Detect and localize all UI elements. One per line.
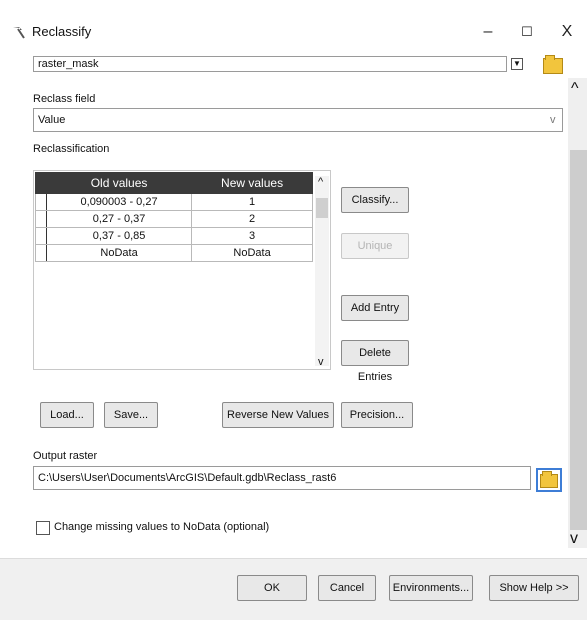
table-corner <box>35 172 47 194</box>
scroll-up-icon[interactable]: ^ <box>571 80 579 98</box>
folder-icon <box>540 471 558 488</box>
old-value-cell[interactable]: NoData <box>45 244 193 262</box>
scroll-down-icon[interactable]: v <box>318 356 324 368</box>
environments-button[interactable]: Environments... <box>389 575 473 601</box>
scroll-down-icon[interactable]: v <box>570 530 578 548</box>
old-value-cell[interactable]: 0,27 - 0,37 <box>45 210 193 228</box>
table-row[interactable]: 0,090003 - 0,27 1 <box>35 193 313 211</box>
new-value-cell[interactable]: 3 <box>191 227 313 245</box>
col-new-values[interactable]: New values <box>191 172 313 194</box>
window-title: Reclassify <box>32 24 92 39</box>
old-value-cell[interactable]: 0,37 - 0,85 <box>45 227 193 245</box>
reclassification-label: Reclassification <box>33 143 110 155</box>
add-entry-button[interactable]: Add Entry <box>341 295 409 321</box>
new-value-cell[interactable]: NoData <box>191 244 313 262</box>
chevron-down-icon[interactable]: ▼ <box>511 58 523 70</box>
new-value-cell[interactable]: 2 <box>191 210 313 228</box>
output-raster-input[interactable]: C:\Users\User\Documents\ArcGIS\Default.g… <box>33 466 531 490</box>
table-row[interactable]: 0,27 - 0,37 2 <box>35 210 313 228</box>
hammer-icon <box>13 27 25 39</box>
folder-icon[interactable] <box>543 55 563 74</box>
show-help-button[interactable]: Show Help >> <box>489 575 579 601</box>
close-button[interactable]: X <box>547 18 587 46</box>
table-row[interactable]: NoData NoData <box>35 244 313 262</box>
precision-button[interactable]: Precision... <box>341 402 413 428</box>
classify-button[interactable]: Classify... <box>341 187 409 213</box>
save-button[interactable]: Save... <box>104 402 158 428</box>
missing-values-label: Change missing values to NoData (optiona… <box>54 521 270 533</box>
delete-entries-button[interactable]: Delete Entries <box>341 340 409 383</box>
table-row[interactable]: 0,37 - 0,85 3 <box>35 227 313 245</box>
col-old-values[interactable]: Old values <box>45 172 193 194</box>
reclass-field-select[interactable]: Value <box>33 108 563 132</box>
minimize-button[interactable]: – <box>468 18 508 46</box>
new-value-cell[interactable]: 1 <box>191 193 313 211</box>
input-raster-field[interactable]: raster_mask <box>33 56 507 72</box>
scroll-thumb[interactable] <box>570 150 587 530</box>
scroll-up-icon[interactable]: ^ <box>318 176 323 188</box>
ok-button[interactable]: OK <box>237 575 307 601</box>
old-value-cell[interactable]: 0,090003 - 0,27 <box>45 193 193 211</box>
unique-button[interactable]: Unique <box>341 233 409 259</box>
browse-output-button[interactable] <box>536 468 562 492</box>
cancel-button[interactable]: Cancel <box>318 575 376 601</box>
output-raster-label: Output raster <box>33 450 98 462</box>
maximize-button[interactable]: ☐ <box>507 18 547 46</box>
reclass-table[interactable]: Old values New values 0,090003 - 0,27 1 … <box>35 172 313 262</box>
reverse-new-values-button[interactable]: Reverse New Values <box>222 402 334 428</box>
reclass-field-label: Reclass field <box>33 93 96 105</box>
table-scroll-thumb[interactable] <box>316 198 328 218</box>
chevron-down-icon[interactable]: v <box>550 114 556 126</box>
missing-values-checkbox[interactable] <box>36 521 50 535</box>
load-button[interactable]: Load... <box>40 402 94 428</box>
